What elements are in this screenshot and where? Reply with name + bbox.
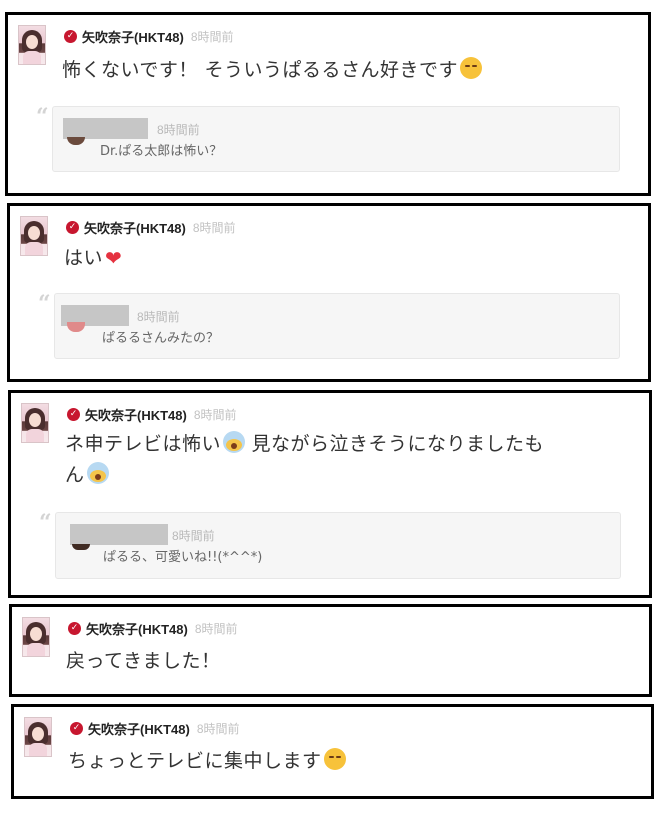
comment-header: ✓ 矢吹奈子(HKT48) 8時間前 [70, 719, 240, 737]
reply-time: 8時間前 [157, 123, 200, 137]
comment-card: ✓ 矢吹奈子(HKT48) 8時間前 戻ってきました！ [9, 604, 652, 697]
reply-avatar [67, 322, 85, 332]
screaming-face-emoji [86, 462, 109, 484]
comment-card: ✓ 矢吹奈子(HKT48) 8時間前 ちょっとテレビに集中します [11, 704, 654, 799]
reply-time: 8時間前 [172, 529, 215, 543]
comment-header: ✓ 矢吹奈子(HKT48) 8時間前 [68, 619, 238, 637]
reply-text: ぱるる、可愛いね!!(*^^*) [103, 550, 263, 565]
screaming-face-emoji [223, 431, 246, 453]
comment-time: 8時間前 [194, 621, 238, 636]
comment-thread-screenshot: ✓ 矢吹奈子(HKT48) 8時間前 怖くないです！ そういうぱるるさん好きです… [0, 0, 660, 816]
author-name[interactable]: 矢吹奈子(HKT48) [84, 218, 186, 237]
comment-card: ✓ 矢吹奈子(HKT48) 8時間前 はい “ 8時間前 ぱるるさんみたの？ [7, 203, 651, 382]
reply-quote[interactable]: 8時間前 ぱるるさんみたの？ [54, 293, 620, 359]
reply-avatar [67, 137, 85, 145]
reply-quote[interactable]: 8時間前 Dr.ぱる太郎は怖い？ [52, 106, 620, 172]
message-text: 戻ってきました！ [66, 650, 221, 672]
message-text-part: ネ申テレビは怖い [65, 433, 222, 455]
message-text-part: ん [65, 464, 85, 486]
message-text: ちょっとテレビに集中します [68, 750, 322, 772]
verified-check-icon: ✓ [68, 621, 81, 635]
redacted-username [70, 524, 168, 545]
comment-text: ちょっとテレビに集中します [68, 746, 625, 777]
blush-face-emoji [459, 57, 482, 79]
avatar[interactable] [20, 216, 48, 256]
author-name[interactable]: 矢吹奈子(HKT48) [88, 719, 190, 738]
avatar[interactable] [18, 25, 46, 65]
comment-text: 戻ってきました！ [66, 646, 623, 677]
comment-header: ✓ 矢吹奈子(HKT48) 8時間前 [64, 27, 234, 45]
quote-icon: “ [39, 510, 52, 536]
blush-face-emoji [323, 748, 346, 770]
message-text-part: 見ながら泣きそうになりましたも [245, 433, 545, 455]
comment-text: 怖くないです！ そういうぱるるさん好きです [62, 55, 622, 86]
verified-check-icon: ✓ [70, 721, 83, 735]
comment-time: 8時間前 [196, 721, 240, 736]
comment-card: ✓ 矢吹奈子(HKT48) 8時間前 ネ申テレビは怖い 見ながら泣きそうになりま… [8, 390, 652, 598]
comment-header: ✓ 矢吹奈子(HKT48) 8時間前 [66, 218, 236, 236]
quote-icon: “ [36, 104, 49, 130]
verified-check-icon: ✓ [66, 220, 79, 234]
comment-time: 8時間前 [193, 407, 237, 422]
avatar[interactable] [24, 717, 52, 757]
red-heart-emoji [105, 249, 125, 267]
avatar[interactable] [22, 617, 50, 657]
author-name[interactable]: 矢吹奈子(HKT48) [86, 619, 188, 638]
reply-quote[interactable]: 8時間前 ぱるる、可愛いね!!(*^^*) [55, 512, 621, 579]
comment-text: ネ申テレビは怖い 見ながら泣きそうになりましたも ん [65, 429, 623, 491]
comment-header: ✓ 矢吹奈子(HKT48) 8時間前 [67, 405, 237, 423]
comment-time: 8時間前 [192, 220, 236, 235]
reply-text: ぱるるさんみたの？ [102, 331, 220, 346]
reply-text: Dr.ぱる太郎は怖い？ [100, 144, 223, 159]
comment-card: ✓ 矢吹奈子(HKT48) 8時間前 怖くないです！ そういうぱるるさん好きです… [5, 12, 651, 196]
message-text: 怖くないです！ そういうぱるるさん好きです [62, 59, 458, 81]
reply-time: 8時間前 [137, 310, 180, 324]
redacted-username [63, 118, 148, 139]
author-name[interactable]: 矢吹奈子(HKT48) [85, 405, 187, 424]
author-name[interactable]: 矢吹奈子(HKT48) [82, 27, 184, 46]
avatar[interactable] [21, 403, 49, 443]
verified-check-icon: ✓ [67, 407, 80, 421]
message-text: はい [64, 247, 104, 269]
reply-avatar [72, 544, 90, 550]
quote-icon: “ [38, 291, 51, 317]
comment-time: 8時間前 [190, 29, 234, 44]
verified-check-icon: ✓ [64, 29, 77, 43]
comment-text: はい [64, 243, 622, 274]
